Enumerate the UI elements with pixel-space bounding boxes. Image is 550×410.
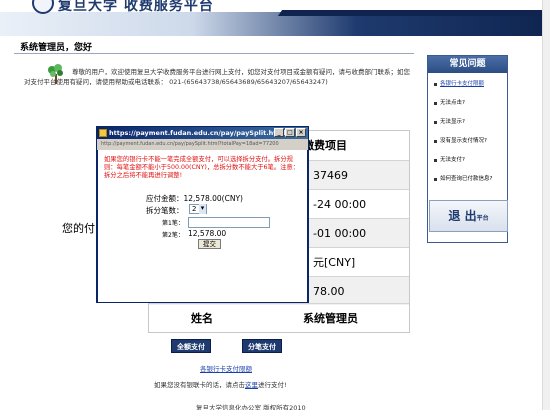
second-payment-label: 第2笔：	[162, 232, 184, 239]
faq-item-label[interactable]: 没有显示支付情况?	[440, 138, 487, 144]
close-icon[interactable]: ×	[296, 128, 306, 137]
first-payment-input[interactable]	[188, 217, 270, 228]
split-count-select[interactable]: 2	[189, 204, 207, 214]
faq-item[interactable]: 各银行卡支付限额	[434, 80, 508, 88]
logout-label: 退 出	[448, 209, 477, 223]
popup-body: 如果您的银行卡不能一笔完成全额支付，可以选择拆分支付。拆分规则：每笔金额不能小于…	[98, 150, 307, 302]
count-label: 拆分笔数：	[146, 206, 184, 215]
faq-list: 各银行卡支付限额 无法点击? 无法显示? 没有显示支付情况? 无法支付? 如何查…	[434, 80, 508, 194]
table-cell: 37469	[313, 169, 348, 182]
table-cell: 78.00	[313, 285, 345, 298]
amount-row: 应付金额：12,578.00(CNY)	[146, 193, 243, 204]
table-row: 姓名 系统管理员	[149, 303, 409, 333]
faq-item-label[interactable]: 无法支付?	[440, 157, 465, 163]
second-payment-value: 12,578.00	[188, 229, 227, 238]
footer-hint: 如果您没有银联卡的话，请点击这里进行支付!	[154, 379, 287, 389]
faq-item-label[interactable]: 如何查询已付款信息?	[440, 176, 492, 182]
submit-button[interactable]: 提交	[198, 239, 221, 249]
popup-title: https://payment.fudan.edu.cn/pay/paySpli…	[109, 129, 301, 137]
notice-text: 尊敬的用户，欢迎使用复旦大学收费服务平台进行网上支付，如您对支付项目或金额有疑问…	[24, 68, 410, 86]
platform-title: 复旦大学 收费服务平台	[58, 0, 214, 14]
banner-stripe	[277, 10, 550, 16]
faq-item[interactable]: 无法支付?	[434, 156, 508, 164]
logout-sub-label: 平台	[476, 215, 489, 222]
faq-item-label[interactable]: 各银行卡支付限额	[440, 81, 484, 87]
popup-address-bar[interactable]: http://payment.fudan.edu.cn/pay/paySplit…	[97, 139, 308, 150]
table-cell: -01 00:00	[313, 227, 367, 240]
pay-here-link[interactable]: 这里	[245, 381, 258, 389]
page-icon	[99, 129, 107, 137]
table-cell: 缴费项目	[303, 139, 347, 152]
table-cell: 姓名	[191, 312, 213, 325]
split-pay-popup: https://payment.fudan.edu.cn/pay/paySpli…	[96, 126, 309, 303]
welcome-text: 系统管理员，您好	[20, 43, 93, 53]
full-pay-button[interactable]: 全额支付	[171, 339, 211, 353]
table-cell: 系统管理员	[303, 312, 358, 325]
faq-item-label[interactable]: 无法点击?	[440, 100, 465, 106]
first-payment-label: 第1笔：	[162, 220, 184, 227]
footer-copyright: 复旦大学信息化办公室 版权所有2010	[196, 404, 306, 410]
split-pay-button[interactable]: 分笔支付	[242, 339, 282, 353]
bank-limit-link[interactable]: 各银行卡支付限额	[200, 363, 252, 373]
amount-value: 12,578.00(CNY)	[183, 194, 243, 203]
faq-item[interactable]: 无法显示?	[434, 118, 508, 126]
table-cell: 元[CNY]	[313, 256, 356, 269]
faq-item[interactable]: 没有显示支付情况?	[434, 137, 508, 145]
footer-hint-suffix: 进行支付!	[258, 381, 287, 389]
minimize-icon[interactable]: _	[274, 128, 284, 137]
window-scrollbar[interactable]	[542, 0, 550, 410]
faq-title: 常见问题	[428, 56, 507, 73]
amount-label: 应付金额：	[146, 194, 184, 203]
footer-hint-prefix: 如果您没有银联卡的话，请点击	[154, 381, 245, 389]
maximize-icon[interactable]: □	[285, 128, 295, 137]
popup-titlebar[interactable]: https://payment.fudan.edu.cn/pay/paySpli…	[97, 127, 308, 139]
faq-item-label[interactable]: 无法显示?	[440, 119, 465, 125]
split-warning: 如果您的银行卡不能一笔完成全额支付，可以选择拆分支付。拆分规则：每笔金额不能小于…	[104, 156, 300, 179]
faq-item[interactable]: 无法点击?	[434, 99, 508, 107]
faq-item[interactable]: 如何查询已付款信息?	[434, 175, 508, 183]
table-cell: -24 00:00	[313, 198, 367, 211]
divider	[14, 53, 414, 54]
table-left-label: 您的付	[62, 222, 95, 235]
header-banner: 复旦大学 收费服务平台	[0, 0, 550, 36]
logout-button[interactable]: 退 出平台	[429, 200, 508, 232]
